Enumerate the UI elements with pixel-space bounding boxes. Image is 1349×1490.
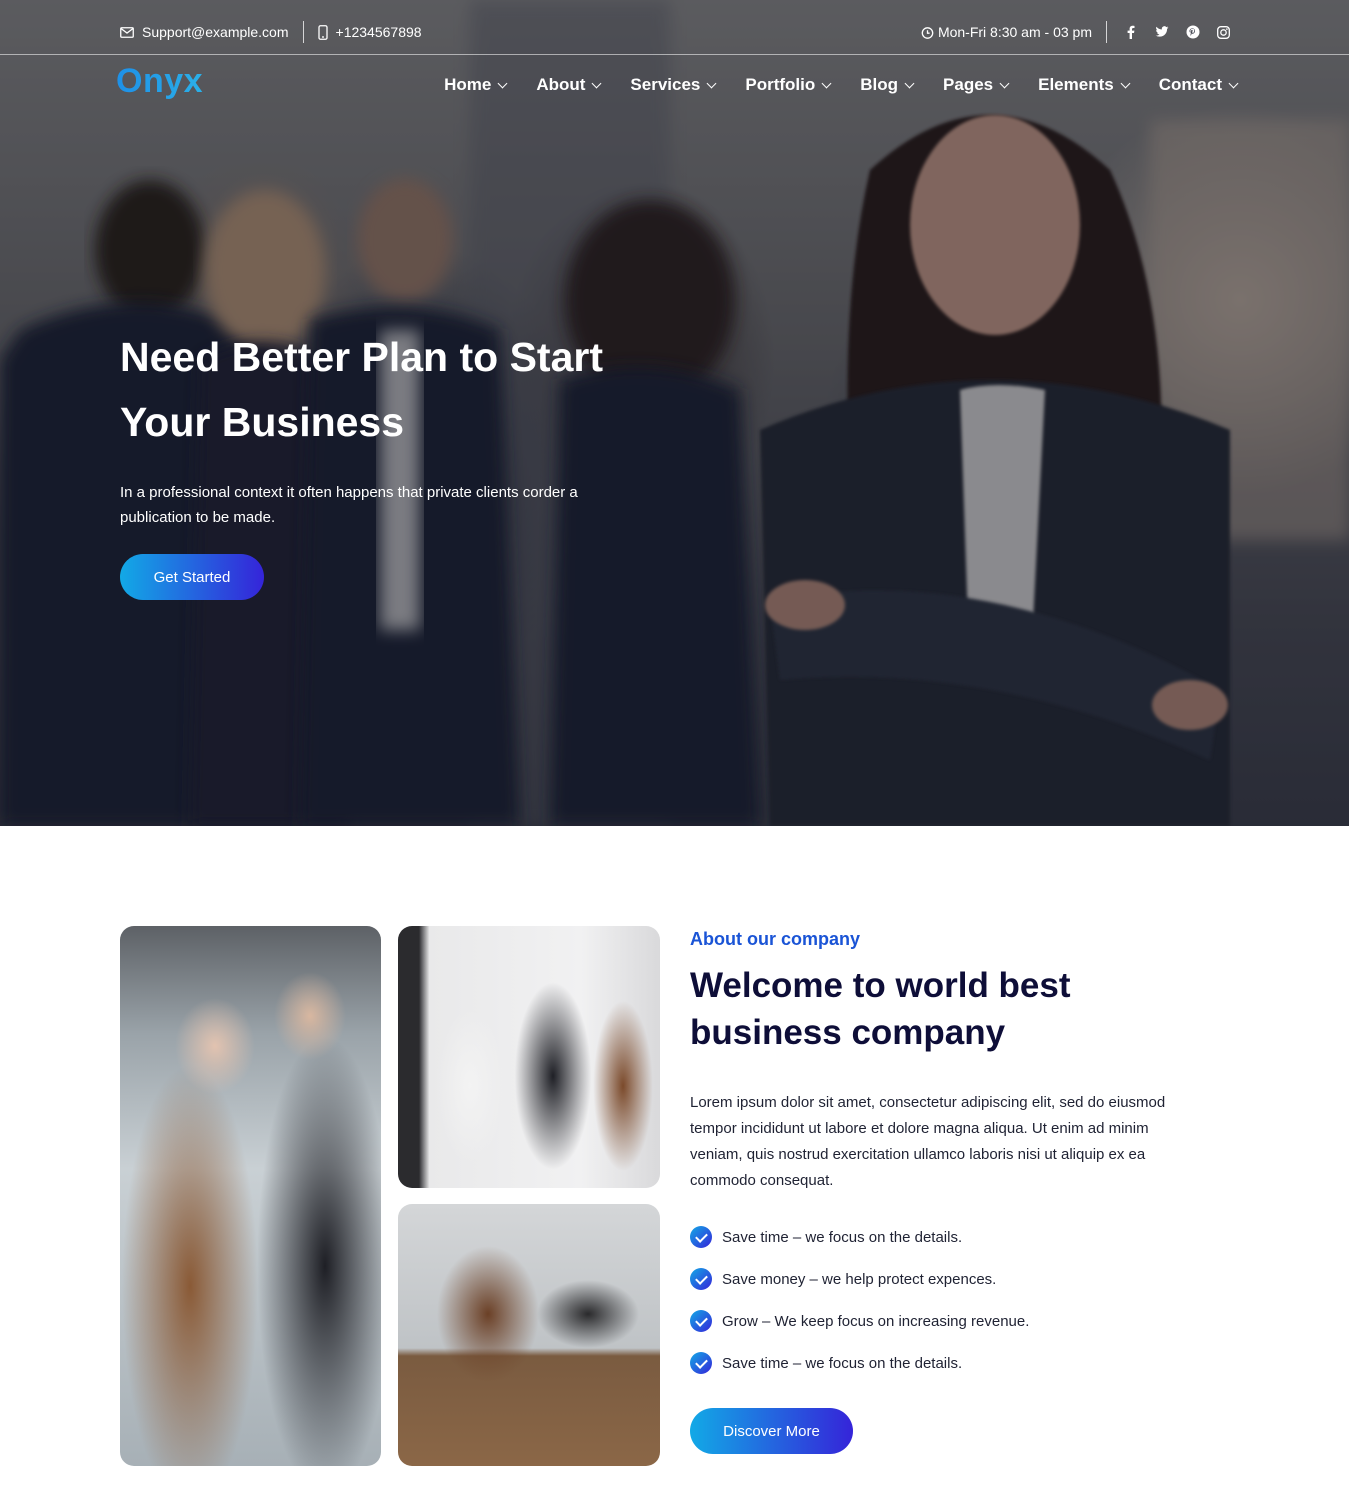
list-item-text: Grow – We keep focus on increasing reven… xyxy=(722,1312,1030,1330)
check-circle-icon xyxy=(690,1268,712,1290)
chevron-down-icon xyxy=(591,78,602,88)
list-item-text: Save money – we help protect expences. xyxy=(722,1270,997,1288)
pinterest-icon[interactable] xyxy=(1185,25,1200,40)
about-paragraph-line: tempor incididunt ut labore et dolore ma… xyxy=(690,1120,1149,1137)
main-navbar: Onyx Home About Services Portfolio Blog … xyxy=(0,56,1349,116)
section-title-line-1: Welcome to world best xyxy=(690,966,1071,1005)
hours-text: Mon-Fri 8:30 am - 03 pm xyxy=(937,24,1092,40)
get-started-button[interactable]: Get Started xyxy=(120,554,264,600)
list-item-text: Save time – we focus on the details. xyxy=(722,1354,963,1372)
hours-and-social: Mon-Fri 8:30 am - 03 pm xyxy=(921,21,1231,43)
chevron-down-icon xyxy=(706,78,717,88)
section-title-line-2: business company xyxy=(690,1013,1006,1052)
chevron-down-icon xyxy=(1228,78,1239,88)
social-links xyxy=(1123,25,1231,40)
list-item-text: Save time – we focus on the details. xyxy=(722,1228,963,1246)
phone-text: +1234567898 xyxy=(335,24,422,40)
about-paragraph-line: commodo consequat. xyxy=(690,1172,834,1189)
divider xyxy=(1106,21,1107,43)
nav-item-label: Home xyxy=(444,75,492,94)
hours-item: Mon-Fri 8:30 am - 03 pm xyxy=(921,24,1092,40)
hero-title-line-2: Your Business xyxy=(120,399,405,445)
hero-description: In a professional context it often happe… xyxy=(120,480,640,530)
chevron-down-icon xyxy=(821,78,832,88)
check-circle-icon xyxy=(690,1310,712,1332)
section-subtitle: About our company xyxy=(690,929,860,949)
list-item: Save time – we focus on the details. xyxy=(690,1224,1029,1250)
section-title: Welcome to world best business company xyxy=(690,962,1250,1056)
nav-item-label: Contact xyxy=(1158,75,1222,94)
benefits-list: Save time – we focus on the details. Sav… xyxy=(690,1224,1029,1392)
hero-title-line-1: Need Better Plan to Start xyxy=(120,334,603,380)
top-bar: Support@example.com +1234567898 Mon-Fri … xyxy=(0,0,1349,55)
team-meeting-photo xyxy=(398,926,660,1188)
chevron-down-icon xyxy=(904,78,915,88)
nav-item-about[interactable]: About xyxy=(536,75,602,95)
email-item[interactable]: Support@example.com xyxy=(120,24,289,40)
nav-item-home[interactable]: Home xyxy=(444,75,508,95)
chevron-down-icon xyxy=(497,78,508,88)
discover-more-button[interactable]: Discover More xyxy=(690,1408,853,1454)
nav-item-pages[interactable]: Pages xyxy=(943,75,1010,95)
hero-section: Support@example.com +1234567898 Mon-Fri … xyxy=(0,0,1349,826)
envelope-icon xyxy=(120,26,134,38)
hero-description-line-1: In a professional context it often happe… xyxy=(120,484,578,501)
contact-info: Support@example.com +1234567898 xyxy=(120,21,422,43)
nav-item-label: Services xyxy=(630,75,701,94)
check-circle-icon xyxy=(690,1226,712,1248)
woman-phone-desk-photo xyxy=(398,1204,660,1466)
about-paragraph-line: veniam, quis nostrud exercitation ullamc… xyxy=(690,1146,1146,1163)
nav-item-services[interactable]: Services xyxy=(630,75,717,95)
main-menu: Home About Services Portfolio Blog Pages… xyxy=(414,75,1239,95)
site-logo[interactable]: Onyx xyxy=(116,62,203,101)
nav-item-label: Pages xyxy=(943,75,994,94)
chevron-down-icon xyxy=(999,78,1010,88)
instagram-icon[interactable] xyxy=(1216,25,1231,40)
list-item: Grow – We keep focus on increasing reven… xyxy=(690,1308,1029,1334)
nav-item-label: Elements xyxy=(1038,75,1114,94)
facebook-icon[interactable] xyxy=(1123,25,1138,40)
twitter-icon[interactable] xyxy=(1154,25,1169,40)
check-circle-icon xyxy=(690,1352,712,1374)
nav-item-blog[interactable]: Blog xyxy=(860,75,915,95)
about-paragraph-line: Lorem ipsum dolor sit amet, consectetur … xyxy=(690,1094,1166,1111)
hero-description-line-2: publication to be made. xyxy=(120,509,276,526)
clock-icon xyxy=(921,26,934,39)
divider xyxy=(302,21,304,43)
nav-item-label: Portfolio xyxy=(745,75,816,94)
chevron-down-icon xyxy=(1120,78,1131,88)
nav-item-portfolio[interactable]: Portfolio xyxy=(745,75,832,95)
phone-item[interactable]: +1234567898 xyxy=(317,24,422,40)
list-item: Save money – we help protect expences. xyxy=(690,1266,1029,1292)
nav-item-contact[interactable]: Contact xyxy=(1158,75,1239,95)
email-text: Support@example.com xyxy=(142,24,289,40)
nav-item-elements[interactable]: Elements xyxy=(1038,75,1131,95)
mobile-phone-icon xyxy=(317,24,328,40)
hero-title: Need Better Plan to Start Your Business xyxy=(120,325,680,455)
list-item: Save time – we focus on the details. xyxy=(690,1350,1029,1376)
about-paragraph: Lorem ipsum dolor sit amet, consectetur … xyxy=(690,1090,1220,1194)
team-tablet-photo xyxy=(120,926,381,1466)
nav-item-label: About xyxy=(536,75,586,94)
nav-item-label: Blog xyxy=(860,75,899,94)
